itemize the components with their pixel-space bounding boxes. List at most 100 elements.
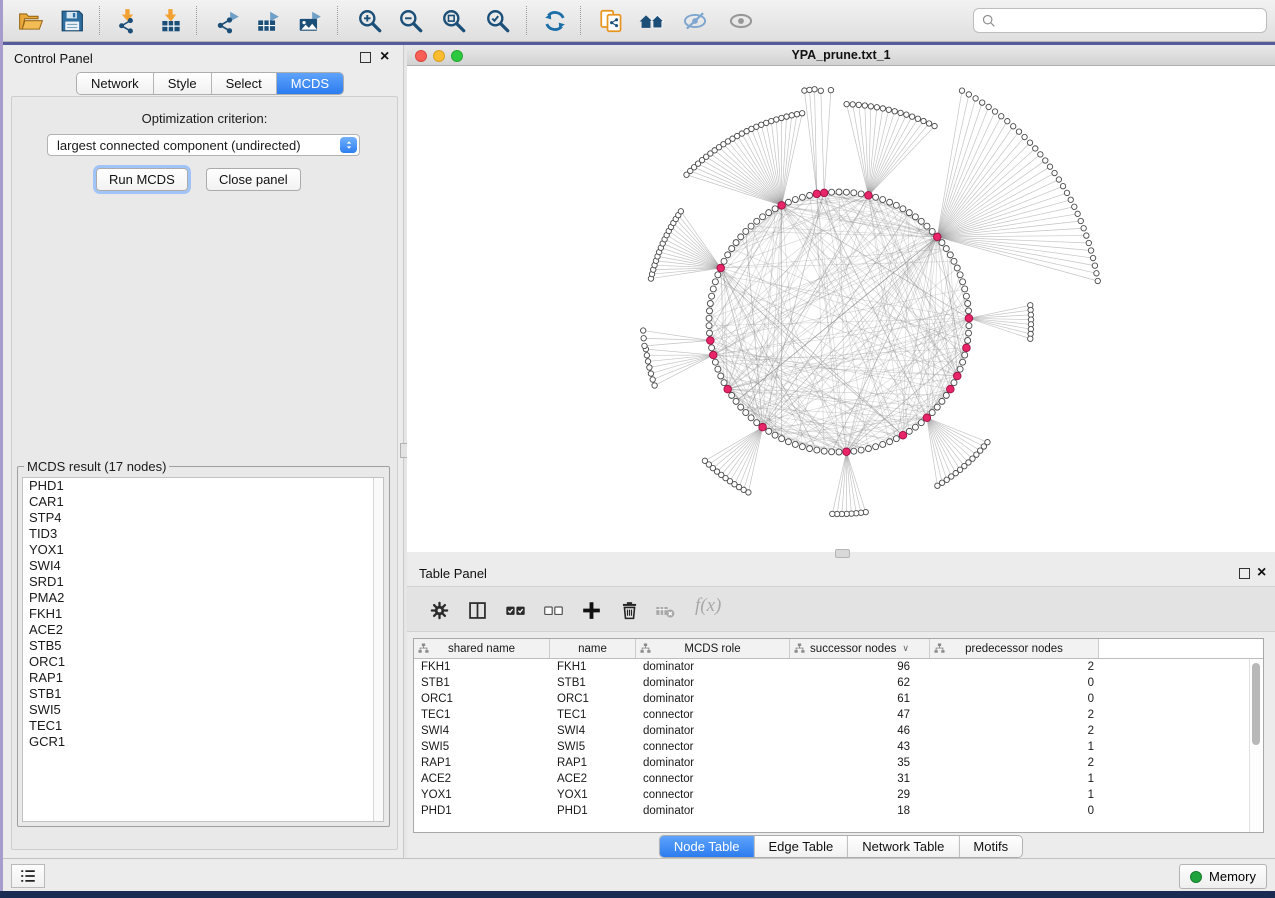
- mcds-result-item[interactable]: PMA2: [23, 590, 383, 606]
- column-header-name[interactable]: name: [550, 639, 636, 658]
- table-row[interactable]: FKH1FKH1dominator962: [414, 659, 1263, 675]
- memory-status-dot: [1190, 871, 1202, 883]
- mcds-result-item[interactable]: ORC1: [23, 654, 383, 670]
- zoom-in-icon: [357, 8, 383, 34]
- mcds-result-item[interactable]: STB5: [23, 638, 383, 654]
- export-image-button[interactable]: [296, 7, 324, 35]
- export-table-button[interactable]: [254, 7, 282, 35]
- table-row[interactable]: SWI4SWI4dominator462: [414, 723, 1263, 739]
- deselect-all-button[interactable]: [541, 598, 565, 622]
- table-row[interactable]: TEC1TEC1connector472: [414, 707, 1263, 723]
- table-row[interactable]: PHD1PHD1dominator180: [414, 803, 1263, 819]
- tab-network[interactable]: Network: [77, 73, 154, 94]
- cell-predecessor_nodes: 2: [930, 725, 1099, 737]
- network-graph[interactable]: [407, 66, 1275, 552]
- select-all-button[interactable]: [503, 598, 527, 622]
- close-panel-icon[interactable]: ×: [1257, 567, 1266, 579]
- main-toolbar: [3, 0, 1275, 42]
- function-builder-button[interactable]: f(x): [695, 595, 721, 617]
- search-input[interactable]: [1001, 12, 1266, 29]
- save-session-button[interactable]: [58, 7, 86, 35]
- hide-selected-button[interactable]: [681, 7, 709, 35]
- memory-button[interactable]: Memory: [1179, 864, 1267, 889]
- mcds-result-item[interactable]: ACE2: [23, 622, 383, 638]
- table-row[interactable]: SWI5SWI5connector431: [414, 739, 1263, 755]
- scrollbar-thumb[interactable]: [1252, 663, 1260, 745]
- open-file-button[interactable]: [17, 7, 45, 35]
- close-panel-icon[interactable]: ×: [380, 51, 389, 63]
- import-network-button[interactable]: [114, 7, 142, 35]
- table-settings-button[interactable]: [427, 598, 451, 622]
- show-all-button[interactable]: [727, 7, 755, 35]
- mcds-result-item[interactable]: FKH1: [23, 606, 383, 622]
- cell-shared_name: YOX1: [414, 789, 550, 801]
- quick-search[interactable]: [973, 8, 1267, 33]
- mcds-result-item[interactable]: CAR1: [23, 494, 383, 510]
- tab-edge-table[interactable]: Edge Table: [754, 836, 848, 857]
- status-bar: Memory: [3, 858, 1275, 891]
- tab-motifs[interactable]: Motifs: [959, 836, 1022, 857]
- optimization-criterion-label: Optimization criterion:: [12, 111, 397, 126]
- trash-icon: [619, 600, 640, 621]
- mcds-result-item[interactable]: STB1: [23, 686, 383, 702]
- column-header-mcds-role[interactable]: MCDS role: [636, 639, 790, 658]
- cell-successor_nodes: 47: [790, 709, 930, 721]
- sort-descending-icon: ∨: [902, 643, 909, 654]
- mcds-result-item[interactable]: GCR1: [23, 734, 383, 750]
- tab-select[interactable]: Select: [212, 73, 277, 94]
- mcds-result-item[interactable]: SWI5: [23, 702, 383, 718]
- show-columns-button[interactable]: [465, 598, 489, 622]
- clone-network-button[interactable]: [597, 7, 625, 35]
- mcds-result-item[interactable]: YOX1: [23, 542, 383, 558]
- zoom-selected-button[interactable]: [484, 7, 512, 35]
- float-panel-icon[interactable]: [360, 52, 371, 63]
- mcds-result-item[interactable]: TEC1: [23, 718, 383, 734]
- import-table-button[interactable]: [157, 7, 185, 35]
- tab-network-table[interactable]: Network Table: [848, 836, 959, 857]
- cell-shared_name: FKH1: [414, 661, 550, 673]
- neighbors-button[interactable]: [638, 7, 666, 35]
- tab-mcds[interactable]: MCDS: [277, 73, 343, 94]
- table-row[interactable]: RAP1RAP1dominator352: [414, 755, 1263, 771]
- run-mcds-button[interactable]: Run MCDS: [96, 168, 188, 191]
- tab-style[interactable]: Style: [154, 73, 212, 94]
- optimization-criterion-select[interactable]: largest connected component (undirected): [47, 134, 360, 156]
- cell-predecessor_nodes: 2: [930, 661, 1099, 673]
- table-row[interactable]: YOX1YOX1connector291: [414, 787, 1263, 803]
- table-row[interactable]: ORC1ORC1dominator610: [414, 691, 1263, 707]
- cell-name: PHD1: [550, 805, 636, 817]
- delete-table-button[interactable]: [653, 598, 677, 622]
- mcds-result-item[interactable]: PHD1: [23, 478, 383, 494]
- tab-node-table[interactable]: Node Table: [660, 836, 755, 857]
- mcds-list-scrollbar[interactable]: [373, 478, 383, 821]
- export-network-button[interactable]: [214, 7, 242, 35]
- network-canvas[interactable]: [407, 66, 1275, 552]
- float-panel-icon[interactable]: [1239, 568, 1250, 579]
- cell-predecessor_nodes: 1: [930, 789, 1099, 801]
- close-panel-button[interactable]: Close panel: [206, 168, 301, 191]
- column-header-filler: [1099, 639, 1263, 658]
- column-header-shared-name[interactable]: shared name: [414, 639, 550, 658]
- show-panels-button[interactable]: [11, 864, 45, 888]
- mcds-result-item[interactable]: STP4: [23, 510, 383, 526]
- mcds-result-item[interactable]: SWI4: [23, 558, 383, 574]
- mcds-result-item[interactable]: SRD1: [23, 574, 383, 590]
- import-table-icon: [158, 8, 184, 34]
- mcds-result-item[interactable]: RAP1: [23, 670, 383, 686]
- delete-column-button[interactable]: [617, 598, 641, 622]
- column-header-predecessor-nodes[interactable]: predecessor nodes: [930, 639, 1099, 658]
- two-houses-icon: [639, 8, 665, 34]
- column-header-successor-nodes[interactable]: successor nodes∨: [790, 639, 930, 658]
- divider-grab-handle-horizontal[interactable]: [835, 549, 850, 558]
- zoom-fit-button[interactable]: [440, 7, 468, 35]
- cell-mcds_role: dominator: [636, 725, 790, 737]
- add-column-button[interactable]: [579, 598, 603, 622]
- zoom-in-button[interactable]: [356, 7, 384, 35]
- cell-predecessor_nodes: 2: [930, 709, 1099, 721]
- table-row[interactable]: ACE2ACE2connector311: [414, 771, 1263, 787]
- mcds-result-item[interactable]: TID3: [23, 526, 383, 542]
- table-row[interactable]: STB1STB1dominator620: [414, 675, 1263, 691]
- zoom-out-button[interactable]: [397, 7, 425, 35]
- refresh-button[interactable]: [541, 7, 569, 35]
- table-scrollbar[interactable]: [1249, 659, 1262, 832]
